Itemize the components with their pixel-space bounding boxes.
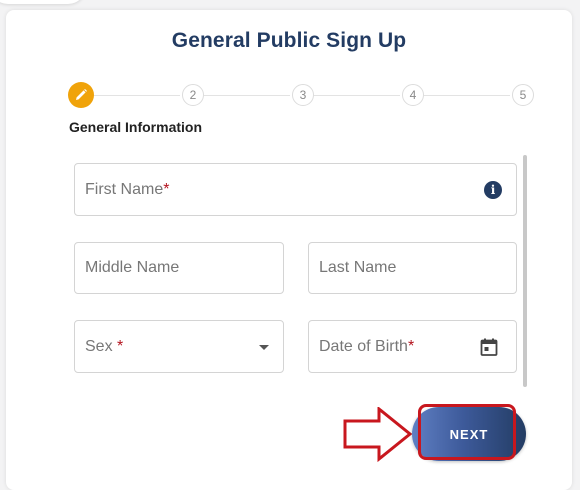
required-mark: * [163, 180, 170, 198]
first-name-field[interactable]: First Name* i [74, 163, 517, 216]
scrollbar[interactable] [523, 155, 527, 387]
date-of-birth-field[interactable]: Date of Birth* [308, 320, 517, 373]
signup-card: General Public Sign Up 2 3 4 5 General I… [6, 10, 572, 490]
first-name-label: First Name* [85, 180, 170, 198]
info-icon[interactable]: i [484, 181, 502, 199]
required-mark: * [407, 337, 415, 355]
step-connector [424, 95, 510, 96]
step-connector [314, 95, 400, 96]
step-connector [90, 95, 180, 96]
middle-name-field[interactable]: Middle Name [74, 242, 284, 294]
arrow-right-icon [343, 407, 413, 463]
last-name-field[interactable]: Last Name [308, 242, 517, 294]
pencil-icon [76, 89, 87, 100]
sex-label: Sex * [85, 337, 124, 355]
page-title: General Public Sign Up [171, 29, 407, 52]
step-2[interactable]: 2 [182, 84, 204, 106]
calendar-icon[interactable] [480, 338, 498, 356]
last-name-label: Last Name [319, 259, 397, 276]
top-decoration [0, 0, 86, 4]
section-title: General Information [69, 119, 203, 135]
sex-select[interactable]: Sex * [74, 320, 284, 373]
step-1-active[interactable] [68, 82, 94, 108]
required-mark: * [112, 337, 124, 355]
date-of-birth-label: Date of Birth* [319, 337, 415, 355]
chevron-down-icon[interactable] [259, 345, 269, 350]
step-4[interactable]: 4 [402, 84, 424, 106]
next-button[interactable]: NEXT [412, 407, 526, 461]
step-5[interactable]: 5 [512, 84, 534, 106]
step-connector [204, 95, 290, 96]
middle-name-label: Middle Name [85, 259, 180, 276]
step-3[interactable]: 3 [292, 84, 314, 106]
